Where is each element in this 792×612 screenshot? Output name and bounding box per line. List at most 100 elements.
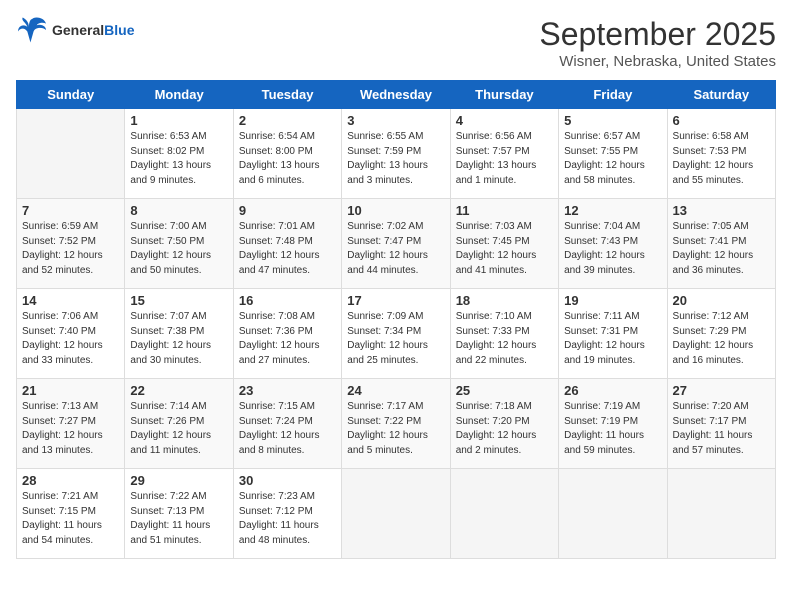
day-info: Sunrise: 7:15 AM Sunset: 7:24 PM Dayligh… [239,400,336,458]
calendar-day: 17 Sunrise: 7:09 AM Sunset: 7:34 PM Dayli… [342,289,450,379]
calendar-day: 18 Sunrise: 7:10 AM Sunset: 7:33 PM Dayli… [450,289,558,379]
day-number: 20 [673,293,770,308]
calendar-day: 27Sunrise: 7:20 AM Sunset: 7:17 PM Dayli… [667,379,775,469]
day-info: Sunrise: 7:02 AM Sunset: 7:47 PM Dayligh… [347,220,444,278]
title-block: September 2025 Wisner, Nebraska, United … [539,16,776,70]
calendar-day: 7Sunrise: 6:59 AM Sunset: 7:52 PM Daylig… [17,199,125,289]
calendar-week-1: 1 Sunrise: 6:53 AM Sunset: 8:02 PM Daylig… [17,109,776,199]
day-info: Sunrise: 7:19 AM Sunset: 7:19 PM Dayligh… [564,400,661,458]
logo-icon [16,16,48,44]
day-number: 26 [564,383,661,398]
day-info: Sunrise: 6:53 AM Sunset: 8:02 PM Dayligh… [130,130,227,188]
day-info: Sunrise: 6:55 AM Sunset: 7:59 PM Dayligh… [347,130,444,188]
calendar-day [450,469,558,559]
calendar-day: 16 Sunrise: 7:08 AM Sunset: 7:36 PM Dayli… [233,289,341,379]
calendar-week-3: 14 Sunrise: 7:06 AM Sunset: 7:40 PM Dayli… [17,289,776,379]
day-number: 11 [456,203,553,218]
page-header: GeneralBlue September 2025 Wisner, Nebra… [16,16,776,70]
calendar-day: 14 Sunrise: 7:06 AM Sunset: 7:40 PM Dayli… [17,289,125,379]
day-header-friday: Friday [559,81,667,109]
calendar-day: 20 Sunrise: 7:12 AM Sunset: 7:29 PM Dayli… [667,289,775,379]
day-number: 21 [22,383,119,398]
day-number: 22 [130,383,227,398]
calendar-day: 5 Sunrise: 6:57 AM Sunset: 7:55 PM Daylig… [559,109,667,199]
calendar-header: SundayMondayTuesdayWednesdayThursdayFrid… [17,81,776,109]
day-info: Sunrise: 7:00 AM Sunset: 7:50 PM Dayligh… [130,220,227,278]
day-header-sunday: Sunday [17,81,125,109]
day-info: Sunrise: 7:04 AM Sunset: 7:43 PM Dayligh… [564,220,661,278]
day-info: Sunrise: 6:57 AM Sunset: 7:55 PM Dayligh… [564,130,661,188]
day-number: 8 [130,203,227,218]
day-number: 13 [673,203,770,218]
day-info: Sunrise: 7:12 AM Sunset: 7:29 PM Dayligh… [673,310,770,368]
day-info: Sunrise: 6:58 AM Sunset: 7:53 PM Dayligh… [673,130,770,188]
calendar-day: 28 Sunrise: 7:21 AM Sunset: 7:15 PM Dayli… [17,469,125,559]
calendar-day: 1 Sunrise: 6:53 AM Sunset: 8:02 PM Daylig… [125,109,233,199]
day-info: Sunrise: 6:56 AM Sunset: 7:57 PM Dayligh… [456,130,553,188]
calendar-day [342,469,450,559]
day-number: 25 [456,383,553,398]
calendar-day: 10Sunrise: 7:02 AM Sunset: 7:47 PM Dayli… [342,199,450,289]
calendar-day: 2 Sunrise: 6:54 AM Sunset: 8:00 PM Daylig… [233,109,341,199]
calendar-body: 1 Sunrise: 6:53 AM Sunset: 8:02 PM Daylig… [17,109,776,559]
day-header-saturday: Saturday [667,81,775,109]
day-number: 14 [22,293,119,308]
day-number: 29 [130,473,227,488]
day-number: 18 [456,293,553,308]
day-number: 30 [239,473,336,488]
calendar-day: 9 Sunrise: 7:01 AM Sunset: 7:48 PM Daylig… [233,199,341,289]
calendar-day: 13Sunrise: 7:05 AM Sunset: 7:41 PM Dayli… [667,199,775,289]
day-info: Sunrise: 7:03 AM Sunset: 7:45 PM Dayligh… [456,220,553,278]
day-info: Sunrise: 7:10 AM Sunset: 7:33 PM Dayligh… [456,310,553,368]
calendar-week-4: 21 Sunrise: 7:13 AM Sunset: 7:27 PM Dayli… [17,379,776,469]
calendar-day [17,109,125,199]
day-header-monday: Monday [125,81,233,109]
calendar-day: 21 Sunrise: 7:13 AM Sunset: 7:27 PM Dayli… [17,379,125,469]
calendar-table: SundayMondayTuesdayWednesdayThursdayFrid… [16,80,776,559]
calendar-week-5: 28 Sunrise: 7:21 AM Sunset: 7:15 PM Dayli… [17,469,776,559]
calendar-day: 22 Sunrise: 7:14 AM Sunset: 7:26 PM Dayli… [125,379,233,469]
day-number: 24 [347,383,444,398]
day-info: Sunrise: 7:23 AM Sunset: 7:12 PM Dayligh… [239,490,336,548]
day-number: 27 [673,383,770,398]
day-number: 16 [239,293,336,308]
day-info: Sunrise: 7:06 AM Sunset: 7:40 PM Dayligh… [22,310,119,368]
day-info: Sunrise: 7:01 AM Sunset: 7:48 PM Dayligh… [239,220,336,278]
day-number: 28 [22,473,119,488]
day-info: Sunrise: 6:54 AM Sunset: 8:00 PM Dayligh… [239,130,336,188]
calendar-day: 6 Sunrise: 6:58 AM Sunset: 7:53 PM Daylig… [667,109,775,199]
day-info: Sunrise: 7:08 AM Sunset: 7:36 PM Dayligh… [239,310,336,368]
day-number: 4 [456,113,553,128]
calendar-day: 30 Sunrise: 7:23 AM Sunset: 7:12 PM Dayli… [233,469,341,559]
calendar-day: 8 Sunrise: 7:00 AM Sunset: 7:50 PM Daylig… [125,199,233,289]
calendar-title: September 2025 [539,16,776,53]
calendar-subtitle: Wisner, Nebraska, United States [539,53,776,70]
day-header-wednesday: Wednesday [342,81,450,109]
day-number: 5 [564,113,661,128]
day-number: 6 [673,113,770,128]
day-info: Sunrise: 7:17 AM Sunset: 7:22 PM Dayligh… [347,400,444,458]
day-info: Sunrise: 7:21 AM Sunset: 7:15 PM Dayligh… [22,490,119,548]
logo: GeneralBlue [16,16,134,44]
day-number: 9 [239,203,336,218]
day-number: 7 [22,203,119,218]
calendar-day: 26 Sunrise: 7:19 AM Sunset: 7:19 PM Dayli… [559,379,667,469]
days-header-row: SundayMondayTuesdayWednesdayThursdayFrid… [17,81,776,109]
day-number: 2 [239,113,336,128]
calendar-day: 24 Sunrise: 7:17 AM Sunset: 7:22 PM Dayli… [342,379,450,469]
day-info: Sunrise: 7:09 AM Sunset: 7:34 PM Dayligh… [347,310,444,368]
day-number: 19 [564,293,661,308]
day-number: 15 [130,293,227,308]
day-number: 23 [239,383,336,398]
day-number: 1 [130,113,227,128]
calendar-day [559,469,667,559]
calendar-day [667,469,775,559]
day-number: 3 [347,113,444,128]
calendar-week-2: 7Sunrise: 6:59 AM Sunset: 7:52 PM Daylig… [17,199,776,289]
day-number: 17 [347,293,444,308]
calendar-day: 11 Sunrise: 7:03 AM Sunset: 7:45 PM Dayli… [450,199,558,289]
day-info: Sunrise: 7:22 AM Sunset: 7:13 PM Dayligh… [130,490,227,548]
day-info: Sunrise: 7:13 AM Sunset: 7:27 PM Dayligh… [22,400,119,458]
day-info: Sunrise: 7:14 AM Sunset: 7:26 PM Dayligh… [130,400,227,458]
day-info: Sunrise: 7:07 AM Sunset: 7:38 PM Dayligh… [130,310,227,368]
